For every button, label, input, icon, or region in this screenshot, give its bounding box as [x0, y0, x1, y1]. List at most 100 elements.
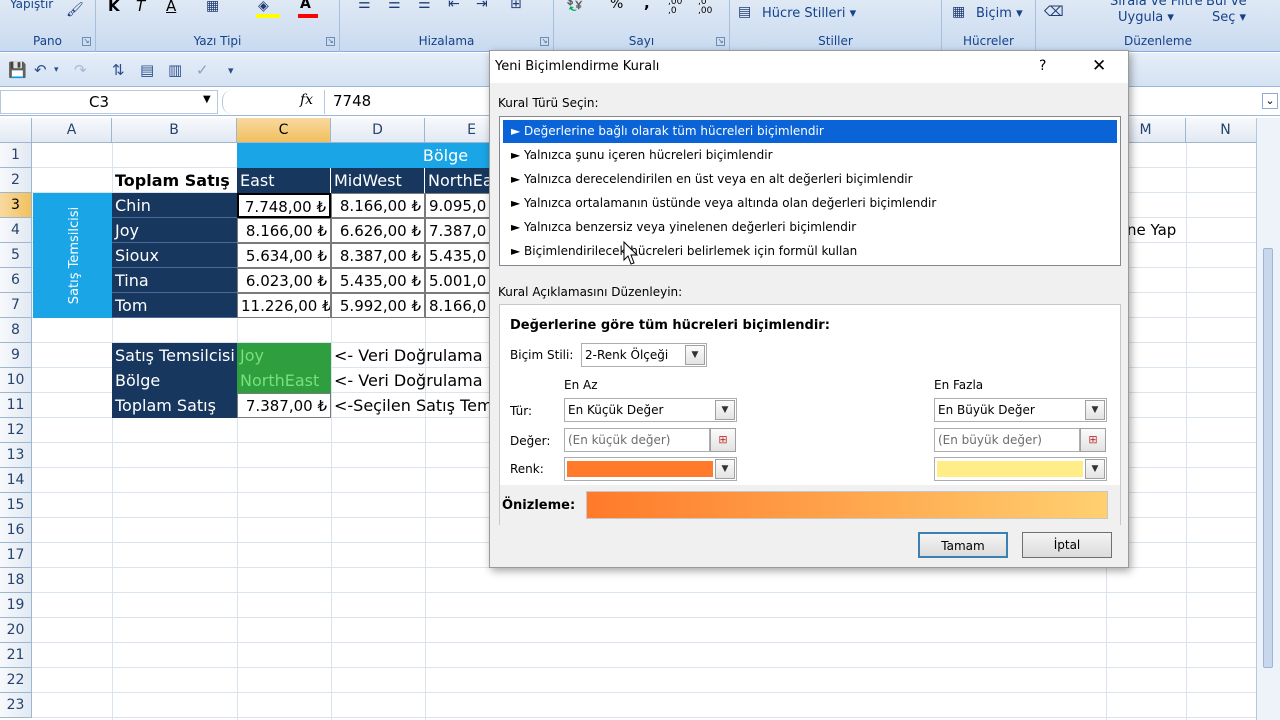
save-icon[interactable]: 💾 — [8, 61, 27, 79]
lookup-label-region[interactable]: Bölge — [112, 368, 237, 393]
row-header[interactable]: 9 — [0, 343, 32, 368]
form-icon[interactable]: ▤ — [140, 61, 154, 79]
row-header[interactable]: 2 — [0, 168, 32, 193]
font-color-icon[interactable]: A — [300, 0, 311, 12]
cell-styles-button[interactable]: Hücre Stilleri ▾ — [762, 6, 856, 21]
region-east-cell[interactable]: East — [237, 168, 331, 193]
undo-dropdown-icon[interactable]: ▾ — [54, 65, 59, 75]
row-header[interactable]: 5 — [0, 243, 32, 268]
sales-value-cell[interactable]: 11.226,00 ₺ — [237, 293, 331, 318]
rep-name-cell[interactable]: Chin — [112, 193, 237, 218]
format-style-select[interactable]: 2-Renk Ölçeği ▼ — [581, 343, 707, 367]
row-header[interactable]: 11 — [0, 393, 32, 418]
dialog-titlebar[interactable]: Yeni Biçimlendirme Kuralı ? ✕ — [490, 51, 1128, 83]
vertical-scrollbar[interactable] — [1256, 118, 1280, 720]
min-type-select[interactable]: En Küçük Değer ▼ — [564, 398, 737, 422]
min-value-input[interactable]: (En küçük değer) — [564, 428, 710, 452]
name-box[interactable]: C3 ▼ — [0, 90, 218, 114]
sales-value-cell[interactable]: 8.166,0 — [425, 293, 495, 318]
rule-type-list[interactable]: ► Değerlerine bağlı olarak tüm hücreleri… — [499, 116, 1121, 266]
rule-item-top-bottom[interactable]: ► Yalnızca derecelendirilen en üst veya … — [503, 168, 1117, 191]
rep-name-cell[interactable]: Sioux — [112, 243, 237, 268]
total-sales-header-cell[interactable]: Toplam Satış — [112, 168, 237, 193]
customize-toolbar-icon[interactable]: ▾ — [228, 64, 234, 77]
underline-button[interactable]: A — [166, 0, 176, 15]
range-picker-icon[interactable]: ⊞ — [1080, 428, 1106, 452]
note-row-10[interactable]: <- Veri Doğrulama İle — [331, 368, 489, 393]
row-header[interactable]: 7 — [0, 293, 32, 318]
chevron-down-icon[interactable]: ▼ — [715, 400, 735, 420]
note-row-11[interactable]: <-Seçilen Satış Temsi — [331, 393, 489, 418]
sales-value-cell[interactable]: 6.626,00 ₺ — [331, 218, 425, 243]
fill-color-icon[interactable]: ◈ — [258, 0, 269, 14]
row-header[interactable]: 20 — [0, 618, 32, 643]
scrollbar-thumb[interactable] — [1263, 248, 1273, 668]
sales-value-cell[interactable]: 7.748,00 ₺ — [237, 193, 331, 218]
lookup-label-total[interactable]: Toplam Satış — [112, 393, 237, 418]
row-header[interactable]: 21 — [0, 643, 32, 668]
help-button[interactable]: ? — [1039, 58, 1046, 74]
align-right-icon[interactable]: ☰ — [418, 0, 431, 12]
italic-button[interactable]: T — [136, 0, 145, 15]
chevron-down-icon[interactable]: ▼ — [1085, 400, 1105, 420]
region-northeast-cell[interactable]: NorthEa — [425, 168, 495, 193]
comma-button[interactable]: , — [644, 0, 650, 12]
expand-formula-icon[interactable]: ⌄ — [1262, 93, 1278, 109]
sales-value-cell[interactable]: 5.634,00 ₺ — [237, 243, 331, 268]
percent-button[interactable]: % — [610, 0, 623, 12]
align-left-icon[interactable]: ☰ — [358, 0, 371, 12]
lookup-value-region[interactable]: NorthEast — [237, 368, 331, 393]
column-header-d[interactable]: D — [331, 118, 425, 143]
chevron-down-icon[interactable]: ▼ — [685, 345, 705, 365]
rule-item-above-below-average[interactable]: ► Yalnızca ortalamanın üstünde veya altı… — [503, 192, 1117, 215]
rule-item-unique-duplicate[interactable]: ► Yalnızca benzersiz veya yinelenen değe… — [503, 216, 1117, 239]
sales-value-cell[interactable]: 7.387,0 — [425, 218, 495, 243]
row-header[interactable]: 4 — [0, 218, 32, 243]
ok-button[interactable]: Tamam — [918, 532, 1008, 558]
min-color-select[interactable]: ▼ — [564, 457, 737, 481]
row-header[interactable]: 17 — [0, 543, 32, 568]
column-header-a[interactable]: A — [32, 118, 112, 143]
lookup-value-total[interactable]: 7.387,00 ₺ — [237, 393, 331, 418]
max-type-select[interactable]: En Büyük Değer ▼ — [934, 398, 1107, 422]
chevron-down-icon[interactable]: ▼ — [1085, 459, 1105, 479]
sales-value-cell[interactable]: 6.023,00 ₺ — [237, 268, 331, 293]
lookup-label-rep[interactable]: Satış Temsilcisi — [112, 343, 237, 368]
max-value-input[interactable]: (En büyük değer) — [934, 428, 1080, 452]
find-select-button-line1[interactable]: Bul ve — [1206, 0, 1247, 9]
close-icon[interactable]: ✕ — [1092, 56, 1106, 76]
format-painter-icon[interactable]: 🖌 — [66, 2, 84, 18]
sales-value-cell[interactable]: 5.435,0 — [425, 243, 495, 268]
row-header[interactable]: 10 — [0, 368, 32, 393]
rule-item-formula[interactable]: ► Biçimlendirilecek hücreleri belirlemek… — [503, 240, 1117, 263]
sort-filter-button-line1[interactable]: Sırala ve Filtre — [1110, 0, 1203, 9]
rule-item-all-cells[interactable]: ► Değerlerine bağlı olarak tüm hücreleri… — [503, 120, 1117, 143]
dialog-launcher-icon[interactable]: ↘ — [82, 37, 91, 46]
sales-value-cell[interactable]: 5.435,00 ₺ — [331, 268, 425, 293]
chart-icon[interactable]: ▥ — [168, 61, 182, 79]
row-header[interactable]: 15 — [0, 493, 32, 518]
column-header-n[interactable]: N — [1186, 118, 1256, 143]
format-button[interactable]: Biçim ▾ — [976, 6, 1023, 21]
bold-button[interactable]: K — [108, 0, 120, 15]
row-header[interactable]: 23 — [0, 693, 32, 718]
sort-az-icon[interactable]: ⇅ — [112, 61, 125, 79]
eraser-icon[interactable]: ⌫ — [1044, 4, 1064, 20]
select-all-corner[interactable] — [0, 118, 32, 143]
range-picker-icon[interactable]: ⊞ — [710, 428, 736, 452]
cancel-button[interactable]: İptal — [1022, 532, 1112, 558]
increase-decimal-button[interactable]: ,00 ,0 — [668, 0, 690, 16]
dialog-launcher-icon[interactable]: ↘ — [716, 37, 725, 46]
merge-center-icon[interactable]: ⊞ — [510, 0, 522, 12]
sales-value-cell[interactable]: 8.166,00 ₺ — [331, 193, 425, 218]
column-header-c[interactable]: C — [237, 118, 331, 143]
paste-button[interactable]: Yapıştır — [10, 0, 53, 11]
redo-icon[interactable]: ↷ — [74, 61, 87, 79]
decrease-decimal-button[interactable]: ,0 ,00 — [698, 0, 720, 16]
row-header[interactable]: 13 — [0, 443, 32, 468]
sort-filter-button-line2[interactable]: Uygula ▾ — [1118, 10, 1174, 25]
undo-icon[interactable]: ↶ — [34, 61, 47, 79]
rep-name-cell[interactable]: Tom — [112, 293, 237, 318]
dialog-launcher-icon[interactable]: ↘ — [540, 37, 549, 46]
chevron-down-icon[interactable]: ▼ — [715, 459, 735, 479]
